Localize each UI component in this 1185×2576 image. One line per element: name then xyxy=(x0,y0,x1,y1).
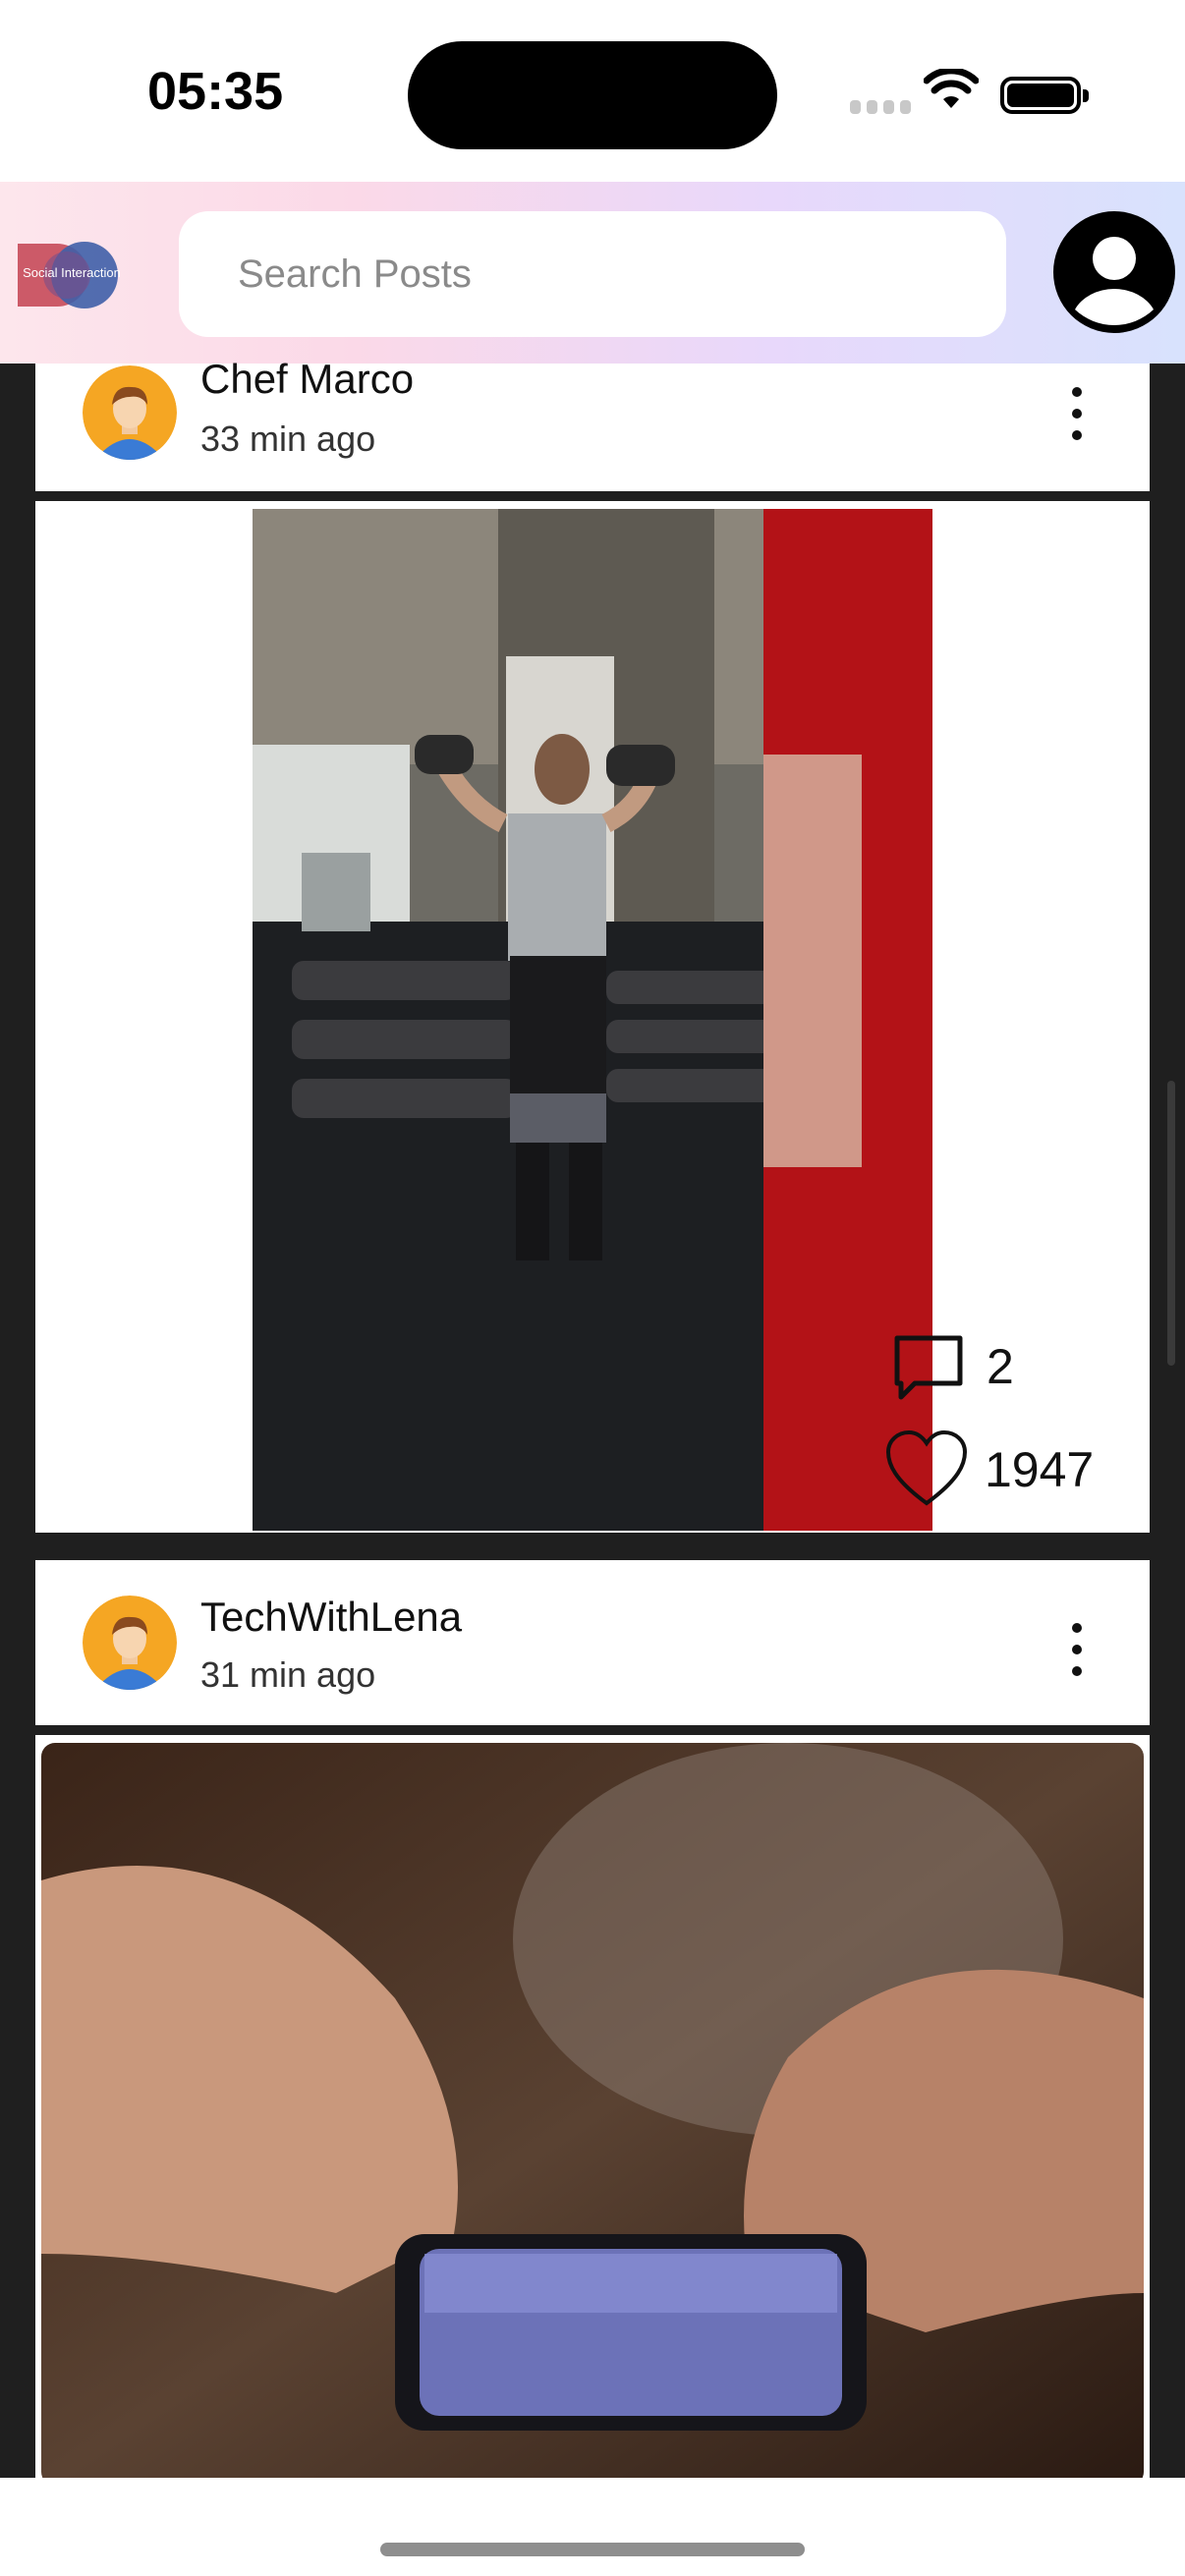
comment-count: 2 xyxy=(987,1339,1014,1394)
avatar[interactable] xyxy=(83,1596,177,1690)
post-author[interactable]: Chef Marco xyxy=(200,356,414,403)
more-options-icon[interactable] xyxy=(1067,1623,1087,1682)
post-header: TechWithLena 31 min ago xyxy=(35,1560,1150,1725)
app-header: Social Interaction xyxy=(0,182,1185,364)
profile-button[interactable] xyxy=(1053,211,1175,333)
wifi-icon xyxy=(924,69,979,108)
post-time: 33 min ago xyxy=(200,419,376,459)
home-indicator[interactable] xyxy=(380,2543,805,2556)
post-author[interactable]: TechWithLena xyxy=(200,1594,462,1641)
heart-icon[interactable] xyxy=(884,1428,969,1507)
comment-icon[interactable] xyxy=(893,1334,964,1403)
search-input[interactable] xyxy=(179,211,1006,337)
cellular-signal-icon xyxy=(850,100,911,116)
user-icon xyxy=(1057,215,1171,329)
battery-icon xyxy=(1000,77,1089,114)
avatar[interactable] xyxy=(83,365,177,460)
status-time: 05:35 xyxy=(147,62,284,121)
more-options-icon[interactable] xyxy=(1067,387,1087,446)
home-indicator-area xyxy=(0,2478,1185,2576)
avatar-icon xyxy=(83,1596,177,1690)
dynamic-island xyxy=(408,41,777,149)
logo-text: Social Interaction xyxy=(23,265,121,280)
avatar-icon xyxy=(83,365,177,460)
post-media-card xyxy=(35,1735,1150,2478)
status-bar: 05:35 xyxy=(0,0,1185,182)
post-header: Chef Marco 33 min ago xyxy=(35,356,1150,491)
post-media-card: 2 1947 xyxy=(35,501,1150,1533)
post-time: 31 min ago xyxy=(200,1654,376,1695)
post-image[interactable] xyxy=(41,1743,1144,2478)
post-image[interactable] xyxy=(253,509,932,1531)
scrollbar[interactable] xyxy=(1167,1081,1175,1366)
like-count: 1947 xyxy=(985,1442,1095,1497)
app-logo[interactable]: Social Interaction xyxy=(18,236,126,314)
